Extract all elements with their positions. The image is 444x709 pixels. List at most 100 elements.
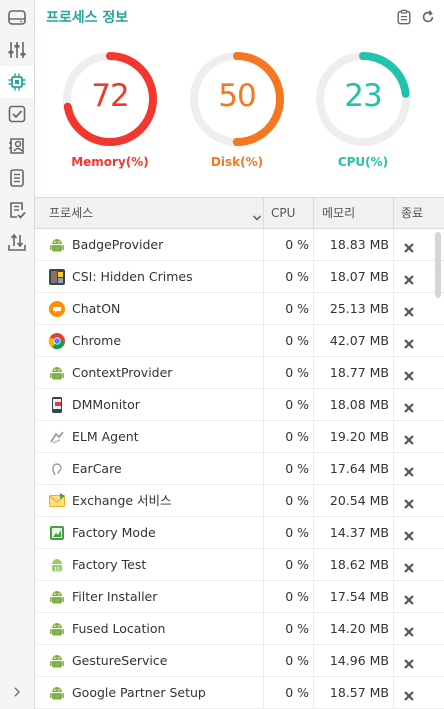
disk-gauge-value: 50 bbox=[218, 78, 256, 114]
process-name: DMMonitor bbox=[72, 397, 140, 412]
cpu-gauge-value: 23 bbox=[344, 78, 382, 114]
table-row[interactable]: Fused Location 0 % 14.20 MB bbox=[35, 613, 444, 645]
close-icon[interactable] bbox=[403, 303, 415, 317]
table-row[interactable]: CSI: Hidden Crimes 0 % 18.07 MB bbox=[35, 261, 444, 293]
process-memory: 17.54 MB bbox=[329, 589, 389, 604]
close-icon[interactable] bbox=[403, 655, 415, 669]
process-cpu: 0 % bbox=[285, 397, 309, 412]
process-cpu: 0 % bbox=[285, 461, 309, 476]
android-icon bbox=[48, 236, 66, 254]
process-cpu: 0 % bbox=[285, 557, 309, 572]
process-cpu: 0 % bbox=[285, 269, 309, 284]
table-row[interactable]: ELM Agent 0 % 19.20 MB bbox=[35, 421, 444, 453]
transfer-icon[interactable] bbox=[0, 226, 34, 258]
table-row[interactable]: DMMonitor 0 % 18.08 MB bbox=[35, 389, 444, 421]
close-icon[interactable] bbox=[403, 239, 415, 253]
close-icon[interactable] bbox=[403, 527, 415, 541]
table-row[interactable]: BadgeProvider 0 % 18.83 MB bbox=[35, 229, 444, 261]
process-memory: 18.62 MB bbox=[329, 557, 389, 572]
storage-icon[interactable] bbox=[0, 2, 34, 34]
process-cpu: 0 % bbox=[285, 429, 309, 444]
close-icon[interactable] bbox=[403, 623, 415, 637]
cpu-gauge: 23 bbox=[314, 50, 412, 148]
table-row[interactable]: ChatON 0 % 25.13 MB bbox=[35, 293, 444, 325]
svg-text:15: 15 bbox=[54, 567, 60, 573]
column-header-cpu[interactable]: CPU bbox=[271, 198, 295, 228]
table-row[interactable]: EarCare 0 % 17.64 MB bbox=[35, 453, 444, 485]
table-row[interactable]: Chrome 0 % 42.07 MB bbox=[35, 325, 444, 357]
page-title: 프로세스 정보 bbox=[46, 10, 129, 26]
process-memory: 18.57 MB bbox=[329, 685, 389, 700]
process-name: ELM Agent bbox=[72, 429, 139, 444]
table-row[interactable]: Google Partner Setup 0 % 18.57 MB bbox=[35, 677, 444, 709]
factory-icon bbox=[48, 524, 66, 542]
ear-icon bbox=[48, 460, 66, 478]
chip-icon[interactable] bbox=[0, 66, 34, 98]
memory-gauge-value: 72 bbox=[91, 78, 129, 114]
column-header-end: 종료 bbox=[401, 206, 424, 220]
chrome-icon bbox=[48, 332, 66, 350]
agent-icon bbox=[48, 428, 66, 446]
process-cpu: 0 % bbox=[285, 365, 309, 380]
close-icon[interactable] bbox=[403, 463, 415, 477]
process-memory: 42.07 MB bbox=[329, 333, 389, 348]
checklist-icon[interactable] bbox=[0, 194, 34, 226]
android-icon bbox=[48, 364, 66, 382]
column-header-process[interactable]: 프로세스 bbox=[49, 198, 249, 228]
process-name: ContextProvider bbox=[72, 365, 173, 380]
process-memory: 18.07 MB bbox=[329, 269, 389, 284]
table-row[interactable]: GestureService 0 % 14.96 MB bbox=[35, 645, 444, 677]
process-memory: 20.54 MB bbox=[329, 493, 389, 508]
contact-icon[interactable] bbox=[0, 130, 34, 162]
chevron-right-icon[interactable] bbox=[0, 676, 34, 708]
close-icon[interactable] bbox=[403, 559, 415, 573]
close-icon[interactable] bbox=[403, 687, 415, 701]
process-memory: 18.77 MB bbox=[329, 365, 389, 380]
table-body: BadgeProvider 0 % 18.83 MB CSI: Hidden Crim… bbox=[35, 229, 444, 709]
process-name: Factory Mode bbox=[72, 525, 156, 540]
close-icon[interactable] bbox=[403, 367, 415, 381]
close-icon[interactable] bbox=[403, 591, 415, 605]
close-icon[interactable] bbox=[403, 431, 415, 445]
chevron-down-icon[interactable] bbox=[252, 208, 262, 227]
process-name: Factory Test bbox=[72, 557, 147, 572]
process-memory: 18.83 MB bbox=[329, 237, 389, 252]
table-row[interactable]: Filter Installer 0 % 17.54 MB bbox=[35, 581, 444, 613]
process-cpu: 0 % bbox=[285, 525, 309, 540]
clipboard-icon[interactable] bbox=[395, 8, 413, 26]
column-header-memory[interactable]: 메모리 bbox=[322, 198, 355, 228]
process-memory: 14.37 MB bbox=[329, 525, 389, 540]
sliders-icon[interactable] bbox=[0, 34, 34, 66]
close-icon[interactable] bbox=[403, 495, 415, 509]
table-row[interactable]: 15 Factory Test 0 % 18.62 MB bbox=[35, 549, 444, 581]
cpu-gauge-label: CPU(%) bbox=[337, 155, 389, 169]
table-row[interactable]: Exchange 서비스 0 % 20.54 MB bbox=[35, 485, 444, 517]
process-name: BadgeProvider bbox=[72, 237, 164, 252]
process-cpu: 0 % bbox=[285, 237, 309, 252]
disk-gauge: 50 bbox=[188, 50, 286, 148]
close-icon[interactable] bbox=[403, 335, 415, 349]
process-memory: 14.20 MB bbox=[329, 621, 389, 636]
table-scrollbar[interactable] bbox=[435, 232, 441, 298]
process-cpu: 0 % bbox=[285, 301, 309, 316]
refresh-icon[interactable] bbox=[419, 8, 437, 26]
process-name: Google Partner Setup bbox=[72, 685, 206, 700]
process-cpu: 0 % bbox=[285, 653, 309, 668]
process-name: GestureService bbox=[72, 653, 168, 668]
close-icon[interactable] bbox=[403, 399, 415, 413]
process-name: Filter Installer bbox=[72, 589, 158, 604]
process-cpu: 0 % bbox=[285, 333, 309, 348]
process-cpu: 0 % bbox=[285, 493, 309, 508]
document-icon[interactable] bbox=[0, 162, 34, 194]
close-icon[interactable] bbox=[403, 271, 415, 285]
process-cpu: 0 % bbox=[285, 589, 309, 604]
android-icon bbox=[48, 588, 66, 606]
checkbox-icon[interactable] bbox=[0, 98, 34, 130]
chat-icon bbox=[48, 300, 66, 318]
table-row[interactable]: ContextProvider 0 % 18.77 MB bbox=[35, 357, 444, 389]
process-memory: 19.20 MB bbox=[329, 429, 389, 444]
table-row[interactable]: Factory Mode 0 % 14.37 MB bbox=[35, 517, 444, 549]
process-memory: 14.96 MB bbox=[329, 653, 389, 668]
process-memory: 17.64 MB bbox=[329, 461, 389, 476]
table-header: 프로세스 CPU 메모리 종료 bbox=[35, 197, 444, 229]
